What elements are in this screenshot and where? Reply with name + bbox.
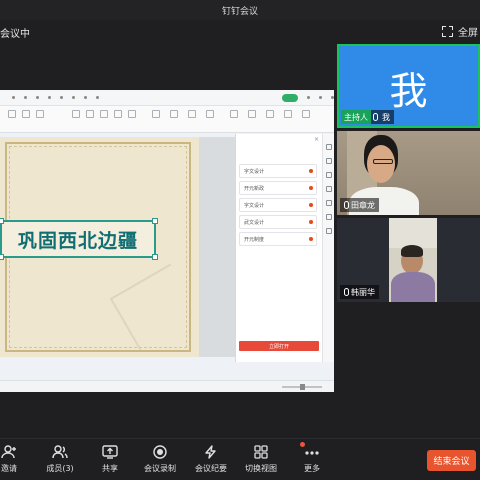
members-button[interactable]: 成员(3) <box>34 445 86 474</box>
participant-name-tag: 韩丽华 <box>340 285 379 299</box>
panel-item: 字文设计 <box>239 198 317 212</box>
shared-app-chip <box>281 93 298 102</box>
notes-icon <box>203 445 219 459</box>
design-panel: × 字文设计 开元新政 字文设计 武文设计 开元制度 立即打开 <box>235 134 322 362</box>
record-icon <box>152 445 168 459</box>
panel-item: 武文设计 <box>239 215 317 229</box>
shared-app-statusbar <box>0 380 334 392</box>
slide-canvas-margin <box>199 137 235 357</box>
video-tile-participant[interactable]: 田章龙 <box>337 131 480 215</box>
share-button[interactable]: 共享 <box>84 445 136 474</box>
shared-screen[interactable]: 巩固西北边疆 × 字文设计 开元新政 字文设计 武文设计 开元制度 立即打开 <box>0 90 334 392</box>
meeting-toolbar: 邀请 成员(3) 共享 会议录制 会议纪要 切换视图 更多 <box>0 438 480 480</box>
toolbar-label: 共享 <box>102 464 118 473</box>
slide-title-box: 巩固西北边疆 <box>0 218 158 260</box>
invite-button[interactable]: 邀请 <box>0 445 35 474</box>
meeting-header: 会议中 全屏 <box>0 20 480 44</box>
meeting-state: 会议中 <box>0 29 30 40</box>
panel-item: 开元新政 <box>239 181 317 195</box>
mic-icon <box>373 113 378 121</box>
grid-icon <box>253 445 269 459</box>
host-badge: 主持人 <box>341 110 371 124</box>
notification-dot <box>300 442 305 447</box>
mic-icon <box>344 201 349 209</box>
avatar: 我 <box>389 69 428 113</box>
end-meeting-button[interactable]: 结束会议 <box>427 450 476 471</box>
vertical-toolbar <box>322 134 334 362</box>
notes-button[interactable]: 会议纪要 <box>185 445 237 474</box>
toolbar-label: 邀请 <box>1 464 17 473</box>
fullscreen-button[interactable]: 全屏 <box>442 24 478 39</box>
toolbar-label: 成员(3) <box>46 464 74 473</box>
record-button[interactable]: 会议录制 <box>134 445 186 474</box>
switch-view-button[interactable]: 切换视图 <box>235 445 287 474</box>
share-icon <box>102 445 118 459</box>
toolbar-label: 切换视图 <box>245 464 277 473</box>
fullscreen-label: 全屏 <box>458 28 478 39</box>
shared-app-menu <box>0 90 334 106</box>
toolbar-label: 会议录制 <box>144 464 176 473</box>
window-title: 钉钉会议 <box>221 6 258 17</box>
toolbar-label: 会议纪要 <box>195 464 227 473</box>
host-tag: 主持人 我 <box>341 110 394 124</box>
close-icon: × <box>313 136 319 143</box>
toolbar-label: 更多 <box>304 464 320 473</box>
panel-item: 开元制度 <box>239 232 317 246</box>
more-icon <box>300 442 320 459</box>
window-title-bar: 钉钉会议 <box>0 0 480 20</box>
fullscreen-icon <box>442 26 453 37</box>
members-icon <box>52 445 68 459</box>
participant-name-tag: 田章龙 <box>340 198 379 212</box>
video-tile-participant[interactable]: 韩丽华 <box>337 218 480 302</box>
participant-name: 我 <box>382 112 390 122</box>
mic-icon <box>344 288 349 296</box>
slide-title: 巩固西北边疆 <box>17 229 138 252</box>
shared-app-ribbon <box>0 106 334 133</box>
more-button[interactable]: 更多 <box>286 442 338 474</box>
panel-item: 字文设计 <box>239 164 317 178</box>
panel-open-button: 立即打开 <box>239 341 319 351</box>
invite-icon <box>1 445 17 459</box>
video-tile-me[interactable]: 我 主持人 我 <box>337 44 480 128</box>
